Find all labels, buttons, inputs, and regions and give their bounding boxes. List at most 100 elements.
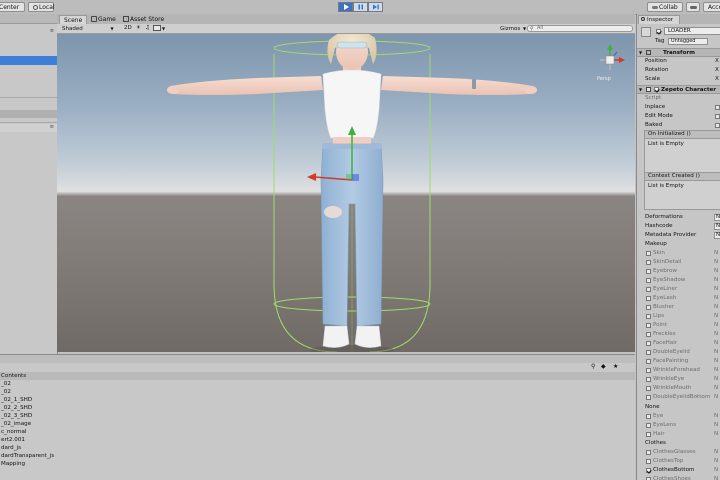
project-file[interactable]: _02 xyxy=(1,388,11,396)
zepeto-character-header[interactable]: ▼ Zepeto Character xyxy=(637,85,720,94)
account-button[interactable]: Acco xyxy=(703,2,720,12)
scene-viewport[interactable]: Persp xyxy=(57,34,635,352)
inplace-checkbox[interactable] xyxy=(715,105,720,110)
option-value-stub[interactable]: N xyxy=(714,384,718,392)
active-checkbox[interactable] xyxy=(656,29,661,34)
step-button[interactable] xyxy=(368,2,383,12)
option-checkbox[interactable] xyxy=(646,269,651,274)
option-value-stub[interactable]: N xyxy=(714,421,718,429)
search-filter-icon[interactable]: ⚲ xyxy=(591,363,595,370)
option-value-stub[interactable]: N xyxy=(714,267,718,275)
edit-mode-checkbox[interactable] xyxy=(715,114,720,119)
play-button[interactable] xyxy=(338,2,353,12)
project-file[interactable]: _02_3_SHD xyxy=(1,412,32,420)
menu-icon[interactable]: ≡ xyxy=(50,28,54,34)
option-checkbox[interactable] xyxy=(646,251,651,256)
option-checkbox[interactable] xyxy=(646,287,651,292)
menu-icon[interactable]: ≡ xyxy=(50,124,54,130)
hierarchy-selected-row[interactable] xyxy=(0,56,57,65)
option-value-stub[interactable]: N xyxy=(714,285,718,293)
option-checkbox[interactable] xyxy=(646,432,651,437)
project-file[interactable]: _02_2_SHD xyxy=(1,404,32,412)
tab-game[interactable]: Game xyxy=(87,15,120,24)
option-value-stub[interactable]: N xyxy=(714,375,718,383)
option-checkbox[interactable] xyxy=(646,459,651,464)
hierarchy-row[interactable]: ≡ xyxy=(0,27,57,35)
option-checkbox[interactable] xyxy=(646,359,651,364)
option-value-stub[interactable]: N xyxy=(714,357,718,365)
shading-dropdown[interactable]: Shaded ▼ xyxy=(62,24,114,33)
option-checkbox[interactable] xyxy=(646,377,651,382)
audio-icon[interactable]: ♫ xyxy=(145,24,150,33)
toggle-2d-button[interactable]: 2D xyxy=(124,24,132,33)
option-value-stub[interactable]: N xyxy=(714,276,718,284)
option-checkbox[interactable] xyxy=(646,314,651,319)
project-file[interactable]: ert2.001 xyxy=(1,436,25,444)
option-value-stub[interactable]: N xyxy=(714,330,718,338)
collab-button[interactable]: Collab xyxy=(647,2,683,12)
option-value-stub[interactable]: N xyxy=(714,303,718,311)
option-value-stub[interactable]: N xyxy=(714,294,718,302)
option-checkbox[interactable] xyxy=(646,414,651,419)
component-enabled-checkbox[interactable] xyxy=(654,87,659,92)
option-checkbox[interactable] xyxy=(646,368,651,373)
pivot-local-button[interactable]: Local xyxy=(28,2,55,12)
option-checkbox[interactable] xyxy=(646,395,651,400)
option-value-stub[interactable]: N xyxy=(714,393,718,401)
label-icon[interactable]: ◆ xyxy=(601,363,606,370)
gizmos-dropdown[interactable]: Gizmos ▼ xyxy=(500,24,526,33)
deformations-field[interactable]: N xyxy=(714,214,720,221)
project-file[interactable]: dard_js xyxy=(1,444,21,452)
tab-asset-store[interactable]: Asset Store xyxy=(119,15,168,24)
option-value-stub[interactable]: N xyxy=(714,348,718,356)
option-checkbox[interactable] xyxy=(646,332,651,337)
option-value-stub[interactable]: N xyxy=(714,249,718,257)
option-checkbox[interactable] xyxy=(646,305,651,310)
option-checkbox[interactable] xyxy=(646,423,651,428)
option-value-stub[interactable]: N xyxy=(714,457,718,465)
tab-scene[interactable]: Scene xyxy=(59,15,88,24)
scene-gizmo-icon[interactable]: Persp xyxy=(597,44,625,82)
project-file[interactable]: _02_image xyxy=(1,420,31,428)
option-value-stub[interactable]: N xyxy=(714,475,718,480)
pivot-center-button[interactable]: Center xyxy=(0,2,25,12)
context-created-event-list[interactable]: List is Empty xyxy=(644,181,720,210)
option-checkbox[interactable] xyxy=(646,341,651,346)
option-checkbox[interactable] xyxy=(646,296,651,301)
hierarchy-row[interactable] xyxy=(0,110,57,118)
scene-search-input[interactable]: ⚲ All xyxy=(527,25,633,32)
favorite-icon[interactable]: ★ xyxy=(613,363,618,370)
tag-dropdown[interactable]: Untagged xyxy=(668,38,708,45)
option-checkbox[interactable] xyxy=(646,468,651,473)
option-checkbox[interactable] xyxy=(646,450,651,455)
project-file[interactable]: _02_1_SHD xyxy=(1,396,32,404)
baked-checkbox[interactable] xyxy=(715,123,720,128)
scale-x-label[interactable]: X xyxy=(715,75,719,83)
metadata-provider-field[interactable]: N xyxy=(714,232,720,239)
option-checkbox[interactable] xyxy=(646,323,651,328)
cloud-button[interactable] xyxy=(686,2,700,12)
rotation-x-label[interactable]: X xyxy=(715,66,719,74)
option-value-stub[interactable]: N xyxy=(714,312,718,320)
option-value-stub[interactable]: N xyxy=(714,258,718,266)
option-checkbox[interactable] xyxy=(646,278,651,283)
pause-button[interactable] xyxy=(353,2,368,12)
light-icon[interactable]: ☀ xyxy=(136,24,141,33)
option-checkbox[interactable] xyxy=(646,386,651,391)
option-checkbox[interactable] xyxy=(646,260,651,265)
option-value-stub[interactable]: N xyxy=(714,430,718,438)
image-icon[interactable] xyxy=(153,25,161,31)
option-value-stub[interactable]: N xyxy=(714,466,718,474)
transform-header[interactable]: ▼ Transform xyxy=(637,48,720,57)
option-value-stub[interactable]: N xyxy=(714,339,718,347)
object-name-field[interactable]: LOADER xyxy=(664,27,720,35)
chevron-down-icon[interactable]: ▼ xyxy=(162,24,165,33)
project-file[interactable]: dardTransparent_js xyxy=(1,452,54,460)
project-file[interactable]: _02 xyxy=(1,380,11,388)
project-file[interactable]: Mapping xyxy=(1,460,25,468)
position-x-label[interactable]: X xyxy=(715,57,719,65)
tab-inspector[interactable]: Inspector xyxy=(638,15,680,24)
option-value-stub[interactable]: N xyxy=(714,448,718,456)
project-file[interactable]: c_normal xyxy=(1,428,26,436)
option-value-stub[interactable]: N xyxy=(714,412,718,420)
